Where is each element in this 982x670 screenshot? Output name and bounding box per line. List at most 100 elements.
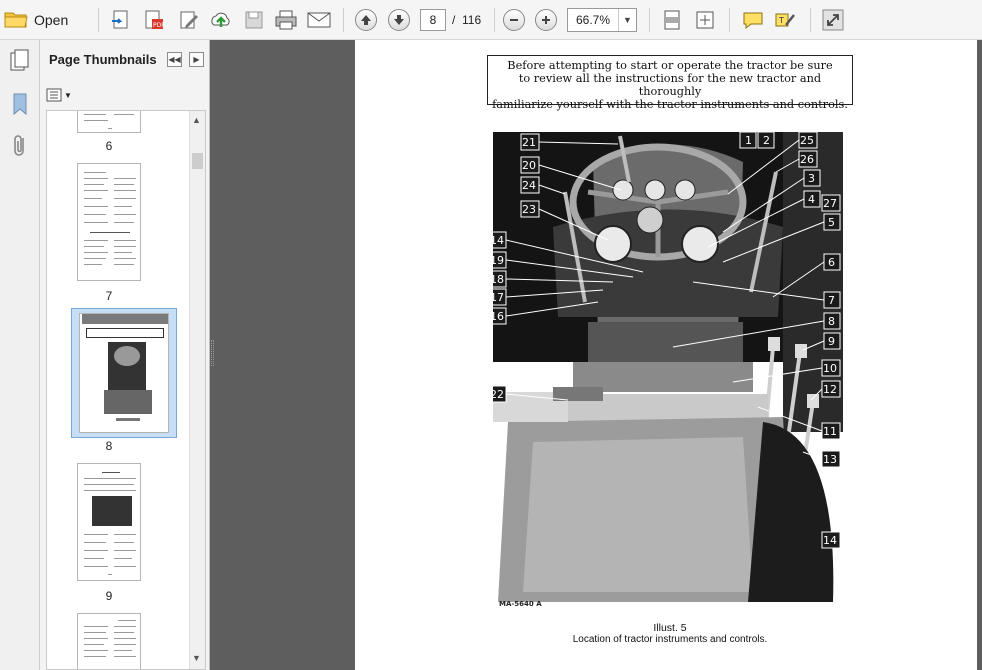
scrollbar-thumb[interactable] [192,153,203,169]
document-page: Before attempting to start or operate th… [355,40,977,670]
print-icon[interactable] [273,7,299,33]
scroll-up-icon[interactable]: ▲ [192,115,201,125]
upload-icon[interactable] [208,7,234,33]
chevron-right-icon: ▶ [193,55,200,64]
callout-1: 1 [745,134,752,147]
callout-13: 13 [823,453,837,466]
thumbnails-list: 6 7 8 9 ▲ ▼ [46,110,206,670]
callout-11: 11 [823,425,837,438]
callout-10: 10 [823,362,837,375]
collapse-panel-button[interactable]: ◀◀ [167,52,182,67]
prev-page-button[interactable] [355,7,377,33]
callout-28: 27 [823,197,837,210]
intro-notice-box: Before attempting to start or operate th… [487,55,853,111]
thumbnail-page-8[interactable] [79,313,169,433]
callout-6: 6 [828,256,835,269]
open-label: Open [34,12,69,28]
zoom-in-button[interactable] [535,7,557,33]
bookmark-icon[interactable] [6,90,34,118]
thumbnail-label: 8 [105,439,113,453]
create-pdf-icon[interactable] [108,7,134,33]
thumbnail-page-6[interactable] [77,111,141,133]
callout-16: 14 [493,234,504,247]
separator [98,8,99,32]
folder-icon [4,9,28,32]
callout-14: 14 [823,534,837,547]
intro-line-2: to review all the instructions for the n… [518,72,822,98]
edit-icon[interactable] [176,7,202,33]
photo-code: MA-5640 A [499,600,542,608]
thumbnail-page-7[interactable] [77,163,141,281]
callout-3: 3 [808,172,815,185]
thumbnail-label: 6 [105,139,113,153]
callout-9: 9 [828,335,835,348]
next-page-button[interactable] [388,7,410,33]
thumbnail-label: 7 [105,289,113,303]
svg-text:T: T [778,16,784,25]
email-icon[interactable] [306,7,332,33]
callout-22: 21 [522,136,536,149]
callout-27: 26 [800,153,814,166]
callout-12: 12 [823,383,837,396]
callout-19: 18 [493,273,504,286]
page-total: / 116 [452,13,482,27]
pages-icon[interactable] [6,46,34,74]
callout-25: 24 [522,179,536,192]
thumbnail-options-button[interactable]: ▼ [46,86,74,104]
page-number-input[interactable]: 8 [420,9,446,31]
chevron-down-icon[interactable]: ▼ [618,9,636,31]
caption-title: Illust. 5 [653,622,687,634]
attachment-icon[interactable] [6,132,34,160]
callout-2: 2 [763,134,770,147]
thumbnail-page-9[interactable] [77,463,141,581]
thumbnail-page-10[interactable] [77,613,141,669]
separator [729,8,730,32]
next-page-icon [388,9,410,31]
thumbnails-scrollbar[interactable]: ▲ ▼ [189,111,205,669]
intro-line-3: familiarize yourself with the tractor in… [492,98,848,111]
highlight-icon[interactable]: T [772,7,798,33]
callout-5: 5 [828,216,835,229]
svg-text:PDF: PDF [153,22,165,29]
double-chevron-left-icon: ◀◀ [168,55,181,64]
comment-icon[interactable] [740,7,766,33]
navigation-rail [0,40,40,670]
callout-4: 4 [808,193,815,206]
separator [649,8,650,32]
callout-20: 19 [493,254,504,267]
toolbar: Open PDF 8 / 116 66.7% ▼ T [0,0,982,40]
zoom-select[interactable]: 66.7% ▼ [567,8,637,32]
callout-26: 25 [800,134,814,147]
figure-caption: Illust. 5 Location of tractor instrument… [495,622,845,646]
fit-width-icon[interactable] [659,7,685,33]
fit-page-icon[interactable] [692,7,718,33]
zoom-in-icon [535,9,557,31]
list-options-icon [46,88,62,102]
callout-8: 8 [828,315,835,328]
zoom-out-button[interactable] [503,7,525,33]
open-button[interactable]: Open [4,7,80,33]
separator [810,8,811,32]
callout-17: 16 [493,310,504,323]
caption-text: Location of tractor instruments and cont… [572,634,768,645]
callout-23: 22 [493,388,504,401]
zoom-out-icon [503,9,525,31]
save-icon[interactable] [241,7,267,33]
chevron-down-icon: ▼ [64,90,72,100]
export-pdf-icon[interactable]: PDF [141,7,167,33]
fullscreen-icon[interactable] [820,7,846,33]
zoom-value: 66.7% [576,13,611,27]
callout-18: 17 [493,291,504,304]
intro-line-1: Before attempting to start or operate th… [507,59,833,72]
callout-21: 20 [522,159,536,172]
callout-24: 23 [522,203,536,216]
tractor-controls-photo: 21 20 24 23 14 19 18 17 16 22 1 2 25 26 … [493,132,843,612]
expand-panel-button[interactable]: ▶ [189,52,204,67]
callout-7: 7 [828,294,835,307]
scroll-down-icon[interactable]: ▼ [192,653,201,663]
prev-page-icon [355,9,377,31]
separator [343,8,344,32]
thumbnail-label: 9 [105,589,113,603]
panel-resize-handle[interactable] [211,340,214,366]
thumbnails-panel: Page Thumbnails ◀◀ ▶ ▼ 6 7 8 9 ▲ ▼ [40,40,210,670]
